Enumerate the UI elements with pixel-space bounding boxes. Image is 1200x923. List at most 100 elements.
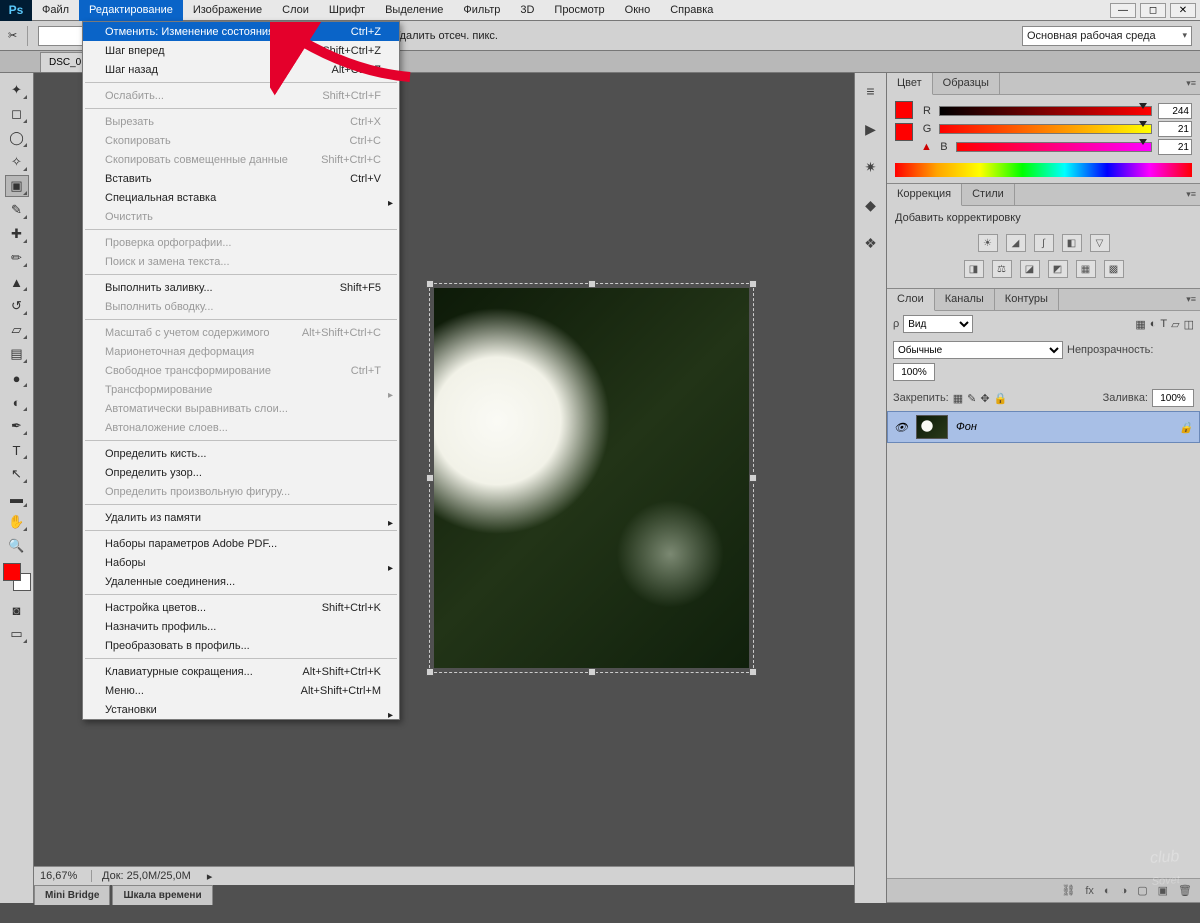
- lasso-tool[interactable]: ◯: [5, 127, 29, 149]
- menu-item[interactable]: Удаленные соединения...: [83, 572, 399, 591]
- type-tool[interactable]: T: [5, 439, 29, 461]
- menu-окно[interactable]: Окно: [615, 0, 661, 21]
- adj-bw[interactable]: ◪: [1020, 260, 1040, 278]
- adj-photo-filter[interactable]: ◩: [1048, 260, 1068, 278]
- tab-timeline[interactable]: Шкала времени: [112, 885, 212, 905]
- menu-фильтр[interactable]: Фильтр: [453, 0, 510, 21]
- adj-vibrance[interactable]: ▽: [1090, 234, 1110, 252]
- edit-menu-dropdown[interactable]: Отменить: Изменение состоянияCtrl+ZШаг в…: [82, 21, 400, 720]
- history-icon[interactable]: ≡: [861, 81, 881, 101]
- layer-mask-icon[interactable]: ◐: [1104, 885, 1111, 897]
- tab-layers[interactable]: Слои: [887, 289, 935, 311]
- tab-swatches[interactable]: Образцы: [933, 73, 1000, 94]
- minimize-button[interactable]: —: [1110, 3, 1136, 18]
- adj-lookup[interactable]: ▩: [1104, 260, 1124, 278]
- adj-levels[interactable]: ◢: [1006, 234, 1026, 252]
- close-button[interactable]: ✕: [1170, 3, 1196, 18]
- menu-item[interactable]: Специальная вставка: [83, 188, 399, 207]
- fill-input[interactable]: [1152, 389, 1194, 407]
- quickmask-toggle[interactable]: ◙: [5, 599, 29, 621]
- g-input[interactable]: [1158, 121, 1192, 137]
- blur-tool[interactable]: ●: [5, 367, 29, 389]
- lock-pixels-icon[interactable]: ✎: [967, 392, 976, 405]
- new-fill-icon[interactable]: ◑: [1121, 885, 1128, 897]
- gradient-tool[interactable]: ▤: [5, 343, 29, 365]
- adj-channel-mixer[interactable]: ▦: [1076, 260, 1096, 278]
- g-slider[interactable]: [939, 124, 1152, 134]
- layer-kind-select[interactable]: Вид: [903, 315, 973, 333]
- shape-tool[interactable]: ▬: [5, 487, 29, 509]
- properties-icon[interactable]: ✷: [861, 157, 881, 177]
- crop-marquee[interactable]: [429, 283, 754, 673]
- blend-mode-select[interactable]: Обычные: [893, 341, 1063, 359]
- b-input[interactable]: [1158, 139, 1192, 155]
- menu-просмотр[interactable]: Просмотр: [544, 0, 614, 21]
- lock-transparency-icon[interactable]: ▦: [953, 392, 963, 405]
- new-layer-icon[interactable]: ▣: [1158, 884, 1168, 897]
- menu-item[interactable]: Отменить: Изменение состоянияCtrl+Z: [83, 22, 399, 41]
- menu-item[interactable]: Удалить из памяти: [83, 508, 399, 527]
- visibility-icon[interactable]: 👁: [894, 421, 908, 434]
- menu-item[interactable]: Меню...Alt+Shift+Ctrl+M: [83, 681, 399, 700]
- panel-menu-icon[interactable]: ▾≡: [1186, 189, 1196, 200]
- history-brush-tool[interactable]: ↺: [5, 295, 29, 317]
- menu-item[interactable]: Установки: [83, 700, 399, 719]
- adj-curves[interactable]: ∫: [1034, 234, 1054, 252]
- filter-smart-icon[interactable]: ◫: [1184, 318, 1194, 331]
- menu-item[interactable]: Наборы: [83, 553, 399, 572]
- spectrum-bar[interactable]: [895, 163, 1192, 177]
- path-tool[interactable]: ↖: [5, 463, 29, 485]
- move-tool[interactable]: ✦: [5, 79, 29, 101]
- menu-файл[interactable]: Файл: [32, 0, 79, 21]
- menu-шрифт[interactable]: Шрифт: [319, 0, 375, 21]
- workspace-select[interactable]: Основная рабочая среда: [1022, 26, 1192, 46]
- tab-channels[interactable]: Каналы: [935, 289, 995, 310]
- menu-item[interactable]: Определить кисть...: [83, 444, 399, 463]
- menu-item[interactable]: Шаг впередShift+Ctrl+Z: [83, 41, 399, 60]
- menu-редактирование[interactable]: Редактирование: [79, 0, 183, 21]
- panel-menu-icon[interactable]: ▾≡: [1186, 294, 1196, 305]
- adj-exposure[interactable]: ◧: [1062, 234, 1082, 252]
- r-slider[interactable]: [939, 106, 1152, 116]
- layer-style-icon[interactable]: fx: [1085, 885, 1094, 897]
- filter-type-icon[interactable]: T: [1160, 318, 1167, 330]
- histogram-icon[interactable]: ◆: [861, 195, 881, 215]
- b-slider[interactable]: [956, 142, 1152, 152]
- hand-tool[interactable]: ✋: [5, 511, 29, 533]
- menu-item[interactable]: Определить узор...: [83, 463, 399, 482]
- menu-справка[interactable]: Справка: [660, 0, 723, 21]
- filter-pixel-icon[interactable]: ▦: [1135, 318, 1145, 331]
- tab-styles[interactable]: Стили: [962, 184, 1015, 205]
- eyedropper-tool[interactable]: ✎: [5, 199, 29, 221]
- menu-item[interactable]: Клавиатурные сокращения...Alt+Shift+Ctrl…: [83, 662, 399, 681]
- menu-item[interactable]: Настройка цветов...Shift+Ctrl+K: [83, 598, 399, 617]
- panel-menu-icon[interactable]: ▾≡: [1186, 78, 1196, 89]
- menu-изображение[interactable]: Изображение: [183, 0, 272, 21]
- crop-tool-icon[interactable]: ✂: [8, 29, 17, 42]
- marquee-tool[interactable]: ◻: [5, 103, 29, 125]
- eraser-tool[interactable]: ▱: [5, 319, 29, 341]
- maximize-button[interactable]: ◻: [1140, 3, 1166, 18]
- lock-all-icon[interactable]: 🔒: [994, 392, 1008, 405]
- fg-swatch[interactable]: [895, 101, 913, 119]
- screenmode-toggle[interactable]: ▭: [5, 623, 29, 645]
- tab-color[interactable]: Цвет: [887, 73, 933, 95]
- menu-item[interactable]: ВставитьCtrl+V: [83, 169, 399, 188]
- menu-item[interactable]: Шаг назадAlt+Ctrl+Z: [83, 60, 399, 79]
- opacity-input[interactable]: [893, 363, 935, 381]
- r-input[interactable]: [1158, 103, 1192, 119]
- menu-слои[interactable]: Слои: [272, 0, 319, 21]
- link-layers-icon[interactable]: ⛓: [1061, 884, 1075, 897]
- crop-tool[interactable]: ▣: [5, 175, 29, 197]
- lock-position-icon[interactable]: ✥: [980, 392, 989, 405]
- stamp-tool[interactable]: ▲: [5, 271, 29, 293]
- zoom-level[interactable]: 16,67%: [34, 870, 92, 882]
- healing-tool[interactable]: ✚: [5, 223, 29, 245]
- menu-item[interactable]: Преобразовать в профиль...: [83, 636, 399, 655]
- dodge-tool[interactable]: ◐: [5, 391, 29, 413]
- bg-swatch[interactable]: [895, 123, 913, 141]
- pen-tool[interactable]: ✒: [5, 415, 29, 437]
- layer-thumbnail[interactable]: [916, 415, 948, 439]
- new-group-icon[interactable]: ▢: [1137, 884, 1147, 897]
- adj-hue[interactable]: ◨: [964, 260, 984, 278]
